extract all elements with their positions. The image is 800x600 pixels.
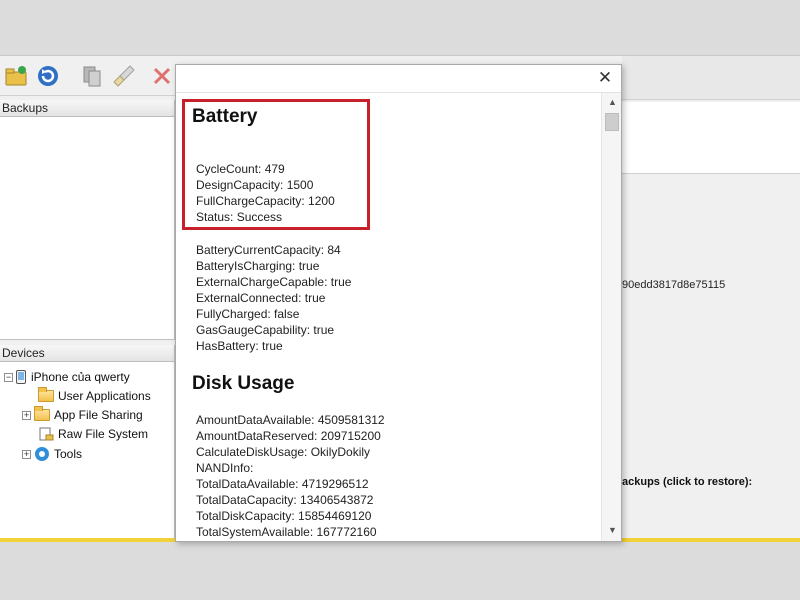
disk-usage-line: TotalDataCapacity: 13406543872	[196, 493, 374, 507]
battery-line: ExternalChargeCapable: true	[196, 275, 352, 289]
right-header-area	[622, 56, 800, 100]
backups-restore-label: ackups (click to restore):	[622, 476, 753, 488]
copy-icon[interactable]	[80, 64, 104, 88]
clean-brush-icon[interactable]	[112, 64, 136, 88]
battery-cycle-count: CycleCount: 479	[196, 162, 285, 176]
device-hash-text: 90edd3817d8e75115	[622, 279, 726, 291]
scroll-down-arrow-icon[interactable]: ▼	[602, 525, 621, 539]
battery-section-title: Battery	[192, 106, 258, 127]
expand-icon[interactable]: +	[22, 410, 31, 420]
scroll-up-arrow-icon[interactable]: ▲	[602, 97, 621, 111]
tree-item-user-applications[interactable]: User Applications	[38, 387, 151, 403]
battery-line: BatteryCurrentCapacity: 84	[196, 243, 341, 257]
expand-icon[interactable]: +	[22, 449, 31, 459]
battery-design-capacity: DesignCapacity: 1500	[196, 178, 314, 192]
tree-item-tools[interactable]: + Tools	[22, 446, 82, 462]
tree-item-label: App File Sharing	[54, 408, 143, 422]
disk-usage-line: TotalSystemAvailable: 167772160	[196, 525, 377, 539]
raw-file-system-icon	[39, 427, 54, 441]
collapse-icon[interactable]: −	[4, 372, 13, 382]
refresh-icon[interactable]	[36, 64, 60, 88]
vertical-scrollbar[interactable]: ▲ ▼	[601, 93, 621, 541]
battery-line: FullyCharged: false	[196, 307, 300, 321]
battery-line: GasGaugeCapability: true	[196, 323, 335, 337]
tree-item-app-file-sharing[interactable]: + App File Sharing	[22, 406, 143, 422]
disk-usage-line: TotalDataAvailable: 4719296512	[196, 477, 369, 491]
battery-full-charge-capacity: FullChargeCapacity: 1200	[196, 194, 335, 208]
disk-usage-line: CalculateDiskUsage: OkilyDokily	[196, 445, 371, 459]
tree-item-label: Tools	[54, 447, 83, 461]
tools-gear-icon	[35, 447, 49, 461]
scroll-thumb[interactable]	[605, 113, 619, 131]
tree-device-row[interactable]: − iPhone của qwerty	[4, 370, 130, 384]
battery-line: BatteryIsCharging: true	[196, 259, 320, 273]
folder-icon	[38, 387, 54, 402]
battery-status: Status: Success	[196, 210, 283, 224]
dialog-titlebar: ✕	[176, 65, 621, 93]
disk-usage-section-title: Disk Usage	[192, 373, 295, 394]
disk-usage-line: TotalDiskCapacity: 15854469120	[196, 509, 372, 523]
dialog-content: Battery CycleCount: 479 DesignCapacity: …	[176, 93, 601, 541]
folder-icon	[34, 406, 50, 421]
devices-header: Devices	[0, 345, 174, 362]
tree-item-label: User Applications	[58, 389, 151, 403]
devices-pane: Devices − iPhone của qwerty User Applica…	[0, 345, 175, 541]
battery-line: HasBattery: true	[196, 339, 283, 353]
disk-usage-line: AmountDataReserved: 209715200	[196, 429, 381, 443]
delete-icon[interactable]	[150, 64, 174, 88]
right-info-box	[622, 102, 800, 174]
battery-line: ExternalConnected: true	[196, 291, 326, 305]
backups-pane: Backups	[0, 100, 175, 340]
tree-item-raw-file-system[interactable]: Raw File System	[38, 427, 148, 441]
iphone-icon	[16, 370, 26, 384]
disk-usage-line: AmountDataAvailable: 4509581312	[196, 413, 385, 427]
backups-header: Backups	[0, 100, 174, 117]
close-button[interactable]: ✕	[595, 68, 615, 88]
device-info-dialog: ✕ Battery CycleCount: 479 DesignCapacity…	[175, 64, 622, 542]
device-info-pane: 90edd3817d8e75115 ackups (click to resto…	[622, 56, 800, 541]
tree-item-label: Raw File System	[58, 427, 149, 441]
disk-usage-line: NANDInfo:	[196, 461, 254, 475]
open-folder-icon[interactable]	[4, 64, 28, 88]
device-name: iPhone của qwerty	[31, 370, 130, 384]
